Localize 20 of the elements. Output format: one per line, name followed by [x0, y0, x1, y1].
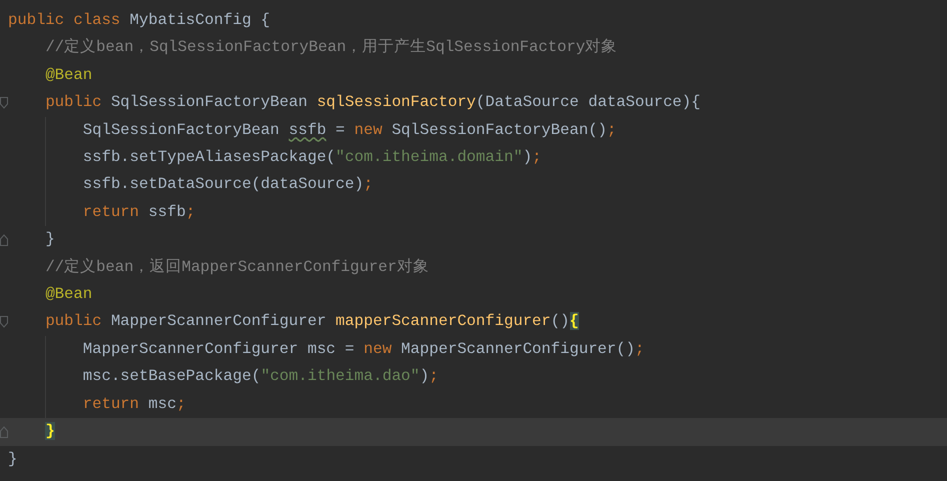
code-line: return msc;	[82, 394, 186, 415]
code-line: SqlSessionFactoryBean ssfb = new SqlSessionFactoryBean();	[82, 120, 616, 141]
code-line: ssfb.setDataSource(dataSource);	[82, 174, 373, 196]
code-line: msc.setBasePackage("com.itheima.dao");	[82, 366, 438, 388]
code-line: ssfb.setTypeAliasesPackage("com.itheima.domain");	[82, 147, 542, 168]
unfold-end-icon[interactable]	[0, 426, 8, 438]
code-line: public SqlSessionFactoryBean sqlSessionFactory(DataSource dataSource){	[45, 92, 701, 114]
unfold-end-icon[interactable]	[0, 234, 8, 246]
code-line: return ssfb;	[82, 202, 196, 223]
code-line: }	[8, 448, 18, 470]
fold-icon[interactable]	[0, 97, 8, 110]
code-line: MapperScannerConfigurer msc = new MapperScannerConfigurer();	[82, 338, 644, 360]
code-line: //定义bean，返回MapperScannerConfigurer对象	[45, 256, 429, 278]
code-line: }	[45, 229, 55, 250]
code-line: public MapperScannerConfigurer mapperScannerConfigurer(){	[45, 311, 579, 332]
code-line: @Bean	[45, 64, 92, 86]
fold-icon[interactable]	[0, 316, 8, 328]
code-line: //定义bean，SqlSessionFactoryBean，用于产生SqlSessionFactory对象	[45, 37, 618, 58]
code-line: @Bean	[45, 284, 92, 306]
code-line: public class MybatisConfig {	[8, 10, 270, 31]
